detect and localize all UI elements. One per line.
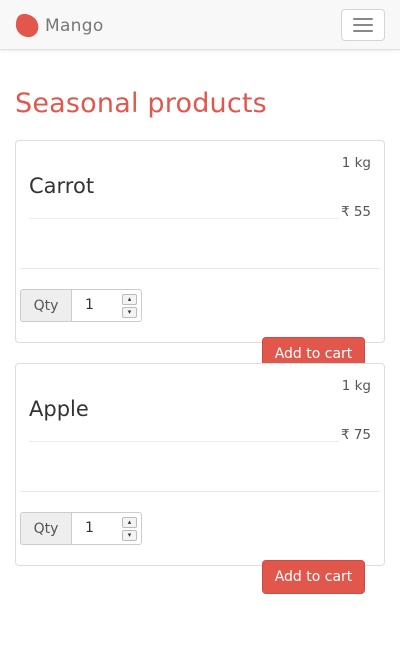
product-weight: 1 kg xyxy=(341,378,371,394)
product-price: ₹ 75 xyxy=(340,427,371,443)
decrement-icon[interactable]: ▾ xyxy=(122,530,137,541)
product-weight: 1 kg xyxy=(341,155,371,171)
product-card-carrot: 1 kg Carrot ₹ 55 Qty 1 ▴ ▾ xyxy=(15,140,385,343)
product-name: Apple xyxy=(29,397,89,421)
product-price: ₹ 55 xyxy=(340,204,371,220)
section-divider xyxy=(20,268,380,269)
add-to-cart-button[interactable]: Add to cart xyxy=(262,560,365,594)
quantity-stepper[interactable]: 1 ▴ ▾ xyxy=(72,289,142,322)
quantity-spinner: ▴ ▾ xyxy=(122,294,137,318)
hamburger-icon-bar xyxy=(353,24,373,26)
qty-label: Qty xyxy=(20,512,72,545)
name-divider xyxy=(29,218,339,219)
product-name: Carrot xyxy=(29,174,95,198)
mango-logo-icon xyxy=(15,14,39,38)
increment-icon[interactable]: ▴ xyxy=(122,294,137,305)
name-divider xyxy=(29,441,339,442)
brand[interactable]: Mango xyxy=(14,12,104,39)
quantity-spinner: ▴ ▾ xyxy=(122,517,137,541)
page-title: Seasonal products xyxy=(15,88,267,119)
decrement-icon[interactable]: ▾ xyxy=(122,307,137,318)
hamburger-icon xyxy=(353,18,373,20)
navbar: Mango xyxy=(0,0,400,50)
quantity-group: Qty 1 ▴ ▾ xyxy=(20,289,142,322)
qty-label: Qty xyxy=(20,289,72,322)
increment-icon[interactable]: ▴ xyxy=(122,517,137,528)
quantity-value[interactable]: 1 xyxy=(85,297,94,313)
quantity-value[interactable]: 1 xyxy=(85,520,94,536)
product-card-apple: 1 kg Apple ₹ 75 Qty 1 ▴ ▾ xyxy=(15,363,385,566)
brand-name: Mango xyxy=(45,15,104,36)
quantity-stepper[interactable]: 1 ▴ ▾ xyxy=(72,512,142,545)
section-divider xyxy=(20,491,380,492)
menu-toggle-button[interactable] xyxy=(341,9,385,41)
quantity-group: Qty 1 ▴ ▾ xyxy=(20,512,142,545)
hamburger-icon-bar xyxy=(353,30,373,32)
